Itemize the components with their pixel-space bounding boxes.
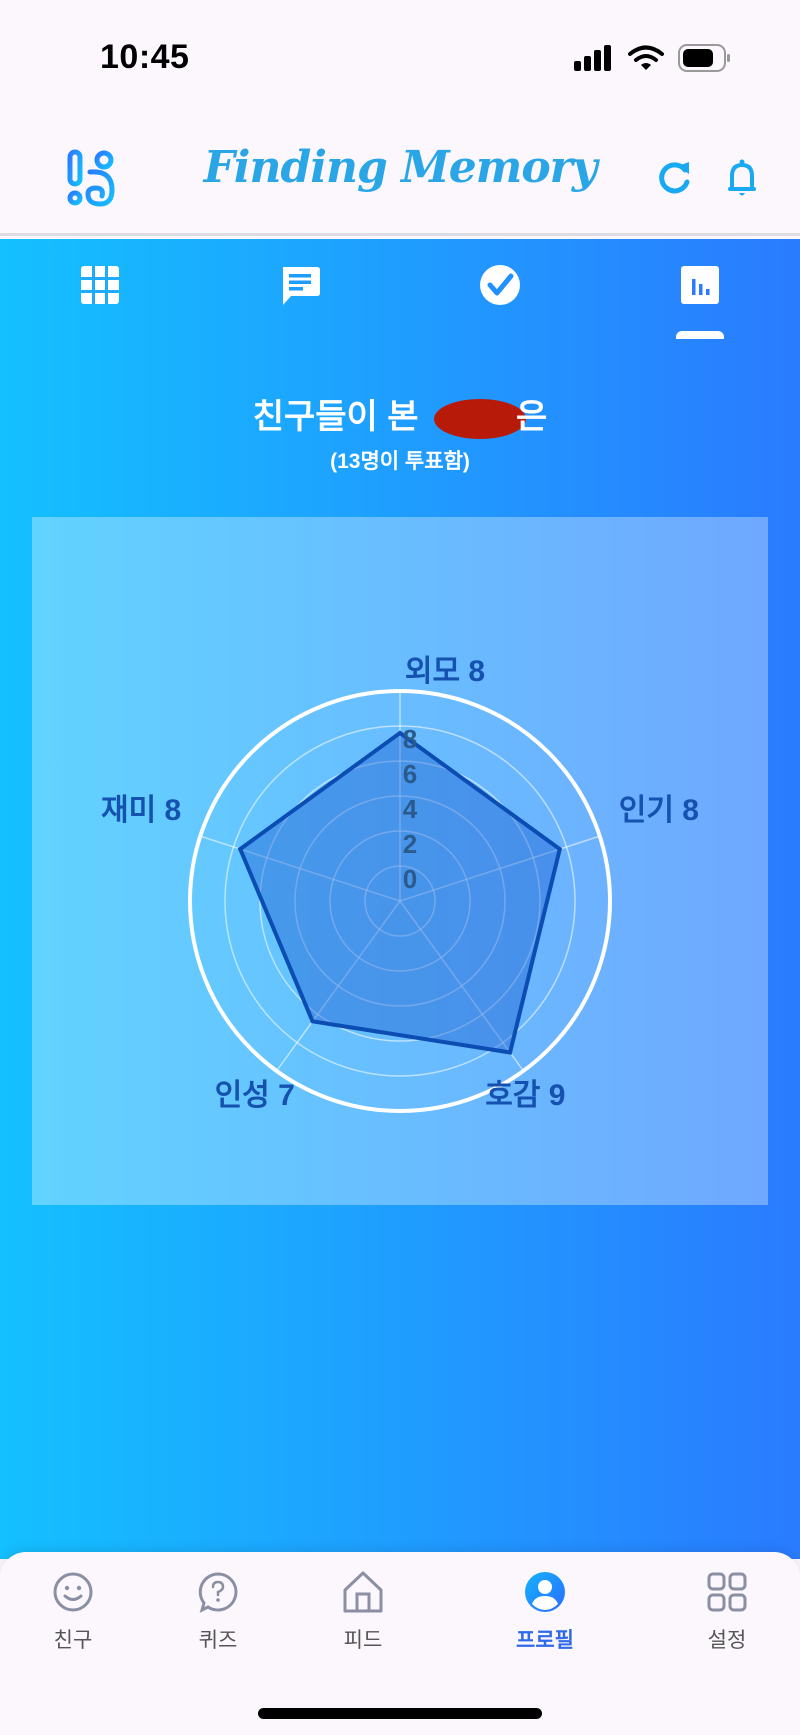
tab-check[interactable] [455, 263, 545, 343]
chat-icon [283, 267, 320, 305]
bell-icon [728, 159, 756, 196]
tab-chat[interactable] [255, 263, 345, 343]
nav-feed[interactable]: 피드 [308, 1570, 418, 1654]
data-polygon [237, 730, 563, 1055]
heading-prefix: 친구들이 본 [252, 398, 419, 436]
battery-icon [678, 44, 730, 72]
nav-settings[interactable]: 설정 [672, 1570, 782, 1654]
heading-suffix: 은 [516, 398, 548, 436]
radial-tick-label: 6 [403, 759, 417, 789]
radial-tick-label: 0 [403, 864, 417, 894]
radial-tick-label: 2 [403, 829, 417, 859]
main-content: 친구들이 본 은 (13명이 투표함) 0 2 4 6 8 외모 8 인기 8 호감 9 인성 … [0, 239, 800, 1559]
notifications-button[interactable] [720, 156, 764, 200]
signal-icon [574, 45, 611, 71]
home-indicator[interactable] [258, 1708, 542, 1719]
refresh-icon [659, 162, 690, 194]
active-tab-indicator [676, 331, 724, 339]
page-heading: 친구들이 본 은 [0, 389, 800, 440]
profile-icon [525, 1572, 565, 1612]
nav-friends[interactable]: 친구 [18, 1570, 128, 1654]
check-circle-icon [480, 265, 520, 305]
tab-grid[interactable] [55, 263, 145, 343]
wifi-icon [628, 45, 664, 70]
apps-grid-icon [707, 1572, 747, 1612]
axis-label: 인기 8 [619, 794, 699, 827]
status-time: 10:45 [100, 38, 190, 76]
status-bar: 10:45 [0, 0, 800, 120]
smile-icon [53, 1572, 93, 1612]
nav-label: 피드 [343, 1629, 383, 1652]
redacted-name [434, 399, 527, 440]
nav-label: 프로필 [516, 1629, 574, 1652]
axis-label: 외모 8 [405, 655, 485, 688]
question-bubble-icon [198, 1572, 238, 1613]
axis-label: 인성 7 [215, 1079, 295, 1112]
radial-tick-label: 4 [403, 794, 418, 824]
radar-chart: 0 2 4 6 8 외모 8 인기 8 호감 9 인성 7 재미 8 [101, 655, 699, 1113]
nav-quiz[interactable]: 퀴즈 [163, 1570, 273, 1654]
nav-label: 친구 [53, 1629, 93, 1652]
grid-icon [81, 266, 119, 304]
axis-label: 재미 8 [101, 794, 181, 827]
nav-profile[interactable]: 프로필 [490, 1570, 600, 1654]
app-header: Finding Memory [0, 120, 800, 236]
bar-chart-icon [681, 266, 719, 304]
refresh-button[interactable] [652, 156, 696, 200]
axis-label: 호감 9 [485, 1079, 565, 1112]
radar-chart-panel: 0 2 4 6 8 외모 8 인기 8 호감 9 인성 7 재미 8 [32, 517, 768, 1205]
vote-count: (13명이 투표함) [330, 450, 470, 473]
nav-label: 설정 [707, 1629, 747, 1652]
radial-tick-label: 8 [403, 724, 417, 754]
home-icon [343, 1571, 383, 1613]
top-tab-bar [0, 239, 800, 339]
nav-label: 퀴즈 [198, 1629, 238, 1652]
status-icons [574, 44, 732, 72]
